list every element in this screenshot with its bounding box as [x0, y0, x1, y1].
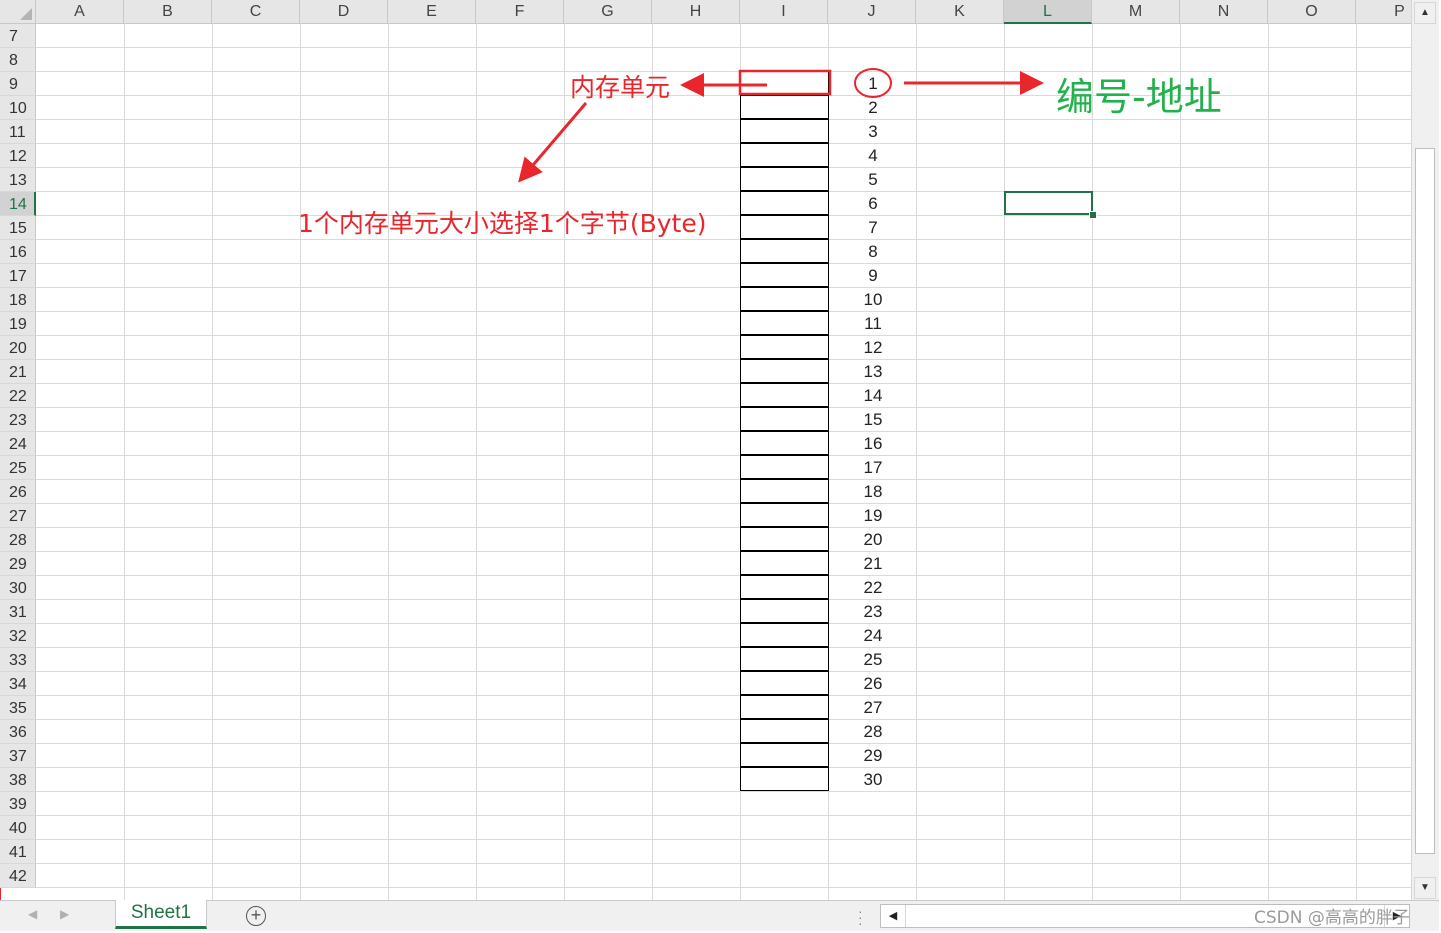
scroll-up-button[interactable]: ▲: [1414, 2, 1436, 24]
highlight-first-cell: [738, 69, 832, 96]
number-address-annotation: 编号-地址: [1056, 75, 1222, 119]
unit-size-annotation: 1个内存单元大小选择1个字节(Byte): [298, 209, 707, 238]
triangle-down-icon: ▼: [1420, 882, 1430, 893]
plus-circle-icon[interactable]: +: [246, 906, 266, 926]
triangle-up-icon: ▲: [1420, 7, 1430, 18]
sheet-tab-sheet1[interactable]: Sheet1: [115, 900, 207, 929]
vertical-scrollbar[interactable]: ▲ ▼: [1411, 0, 1439, 900]
next-sheet-icon[interactable]: ▶: [60, 907, 69, 921]
vertical-scroll-thumb[interactable]: [1415, 148, 1435, 854]
arrow-to-unit-size: [518, 102, 588, 183]
watermark: CSDN @高高的胖子: [1254, 908, 1410, 928]
scroll-down-button[interactable]: ▼: [1414, 877, 1436, 899]
highlight-address-one: [854, 68, 892, 98]
memory-unit-annotation: 内存单元: [570, 73, 671, 102]
tab-splitter-handle[interactable]: · · ·: [858, 904, 863, 930]
spreadsheet-grid[interactable]: ABCDEFGHIJKLMNOP 7 8 9 10 11 12 13 14 15 16 17 18 19…: [0, 0, 1411, 900]
sheet-tab-bar: ◀ ▶ Sheet1 + · · · ◀ ▶: [0, 900, 1439, 931]
annotation-overlay: [518, 68, 1044, 183]
triangle-left-icon: ◀: [888, 910, 898, 922]
scroll-left-button[interactable]: ◀: [881, 905, 906, 927]
prev-sheet-icon[interactable]: ◀: [28, 907, 37, 921]
